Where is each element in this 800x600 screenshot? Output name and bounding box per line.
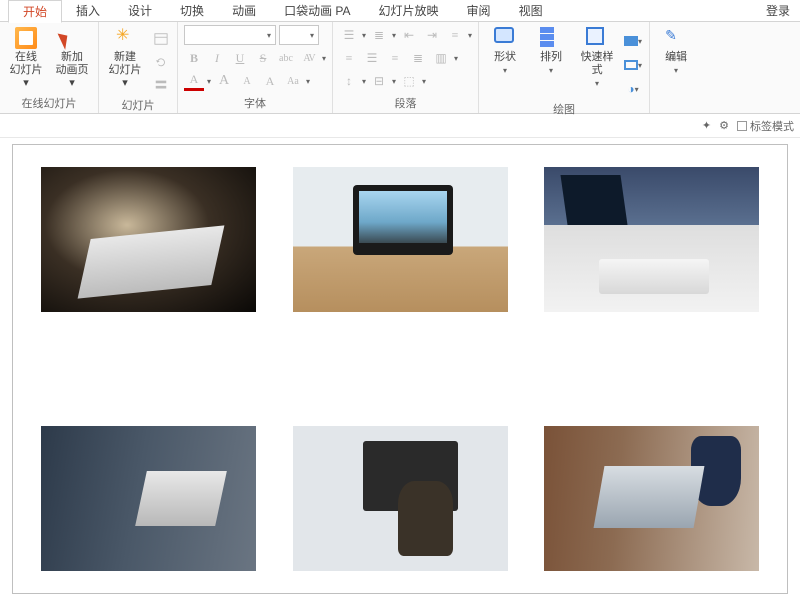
slide-image[interactable]: [544, 167, 759, 312]
group-label-edit: [675, 97, 678, 113]
online-slides-label: 在线 幻灯片 ▾: [6, 51, 46, 90]
tab-review[interactable]: 审阅: [453, 0, 505, 21]
indent-inc-button[interactable]: ⇥: [422, 25, 442, 45]
ribbon: 在线 幻灯片 ▾ 新加 动画页 ▾ 在线幻灯片 新建 幻灯片 ▾ 幻灯片: [0, 22, 800, 114]
tab-transition[interactable]: 切换: [166, 0, 218, 21]
section-button[interactable]: [151, 75, 171, 95]
group-slides: 新建 幻灯片 ▾ 幻灯片: [99, 22, 178, 113]
slide[interactable]: [12, 144, 788, 594]
line-spacing-button[interactable]: ≡: [445, 25, 465, 45]
tab-slideshow[interactable]: 幻灯片放映: [365, 0, 453, 21]
group-font: ▾ ▾ B I U S abc AV ▾ A ▾ A A A: [178, 22, 333, 113]
italic-button[interactable]: I: [207, 48, 227, 68]
char-spacing-button[interactable]: AV: [299, 48, 319, 68]
group-online-slides: 在线 幻灯片 ▾ 新加 动画页 ▾ 在线幻灯片: [0, 22, 99, 113]
reset-button[interactable]: [151, 52, 171, 72]
new-slide-button[interactable]: 新建 幻灯片 ▾: [105, 25, 145, 90]
group-editing: ✎ 编辑▾: [650, 22, 702, 113]
settings-button[interactable]: ⚙: [719, 119, 729, 132]
shapes-icon: [494, 27, 516, 49]
quick-styles-icon: [586, 27, 608, 49]
smartart-button[interactable]: ⬚: [399, 71, 419, 91]
text-direction-button[interactable]: ↕: [339, 71, 359, 91]
shadow-button[interactable]: abc: [276, 48, 296, 68]
align-justify-button[interactable]: ≣: [408, 48, 428, 68]
image-row-bottom: [41, 426, 759, 571]
login-link[interactable]: 登录: [766, 2, 800, 19]
layout-button[interactable]: [151, 29, 171, 49]
shapes-button[interactable]: 形状▾: [485, 25, 525, 77]
bullets-button[interactable]: ☰: [339, 25, 359, 45]
arrange-button[interactable]: 排列▾: [531, 25, 571, 77]
tab-insert[interactable]: 插入: [62, 0, 114, 21]
group-label-slides: 幻灯片: [122, 95, 155, 115]
change-case-button[interactable]: Aa: [283, 71, 303, 91]
shape-fill-button[interactable]: ▾: [623, 31, 643, 51]
slide-image[interactable]: [293, 426, 508, 571]
slide-image[interactable]: [41, 426, 256, 571]
image-row-top: [41, 167, 759, 312]
group-drawing: 形状▾ 排列▾ 快速样式▾ ▾ ▾ ◑▾ 绘图: [479, 22, 650, 113]
shape-effects-button[interactable]: ◑▾: [623, 79, 643, 99]
group-label-online: 在线幻灯片: [22, 93, 77, 113]
shrink-font-button[interactable]: A: [237, 71, 257, 91]
ribbon-tabs: 开始 插入 设计 切换 动画 口袋动画 PA 幻灯片放映 审阅 视图 登录: [0, 0, 800, 22]
numbering-button[interactable]: ≣: [369, 25, 389, 45]
font-color-button[interactable]: A: [184, 71, 204, 91]
align-text-button[interactable]: ⊟: [369, 71, 389, 91]
slide-icon: [15, 27, 37, 49]
group-label-para: 段落: [395, 93, 417, 113]
arrange-icon: [540, 27, 562, 49]
edit-button[interactable]: ✎ 编辑▾: [656, 25, 696, 77]
edit-icon: ✎: [665, 27, 687, 49]
sub-toolbar: ✦ ⚙ 标签模式: [0, 114, 800, 138]
magic-button[interactable]: ✦: [702, 119, 711, 132]
shape-outline-button[interactable]: ▾: [623, 55, 643, 75]
columns-button[interactable]: ▥: [431, 48, 451, 68]
group-paragraph: ☰▾ ≣▾ ⇤ ⇥ ≡▾ ≡ ☰ ≡ ≣ ▥▾ ↕▾ ⊟▾ ⬚▾: [333, 22, 479, 113]
new-slide-icon: [114, 27, 136, 49]
checkbox-icon: [737, 121, 747, 131]
slide-canvas-wrap: [0, 138, 800, 600]
underline-button[interactable]: U: [230, 48, 250, 68]
bold-button[interactable]: B: [184, 48, 204, 68]
tab-pocket-anim[interactable]: 口袋动画 PA: [270, 0, 364, 21]
font-size-select[interactable]: ▾: [279, 25, 319, 45]
online-slides-button[interactable]: 在线 幻灯片 ▾: [6, 25, 46, 90]
new-anim-page-button[interactable]: 新加 动画页 ▾: [52, 25, 92, 90]
align-center-button[interactable]: ☰: [362, 48, 382, 68]
tab-home[interactable]: 开始: [8, 0, 62, 23]
slide-image[interactable]: [293, 167, 508, 312]
tag-mode-toggle[interactable]: 标签模式: [737, 118, 794, 134]
grow-font-button[interactable]: A: [214, 71, 234, 91]
clear-format-button[interactable]: A: [260, 71, 280, 91]
align-right-button[interactable]: ≡: [385, 48, 405, 68]
align-left-button[interactable]: ≡: [339, 48, 359, 68]
indent-dec-button[interactable]: ⇤: [399, 25, 419, 45]
new-slide-label: 新建 幻灯片 ▾: [105, 51, 145, 90]
font-name-select[interactable]: ▾: [184, 25, 276, 45]
cursor-icon: [61, 27, 83, 49]
group-label-font: 字体: [244, 93, 266, 113]
group-label-draw: 绘图: [553, 99, 575, 119]
tab-animation[interactable]: 动画: [218, 0, 270, 21]
quick-styles-button[interactable]: 快速样式▾: [577, 25, 617, 90]
tab-view[interactable]: 视图: [505, 0, 557, 21]
strike-button[interactable]: S: [253, 48, 273, 68]
tab-design[interactable]: 设计: [114, 0, 166, 21]
slide-image[interactable]: [41, 167, 256, 312]
slide-image[interactable]: [544, 426, 759, 571]
new-anim-label: 新加 动画页 ▾: [52, 51, 92, 90]
